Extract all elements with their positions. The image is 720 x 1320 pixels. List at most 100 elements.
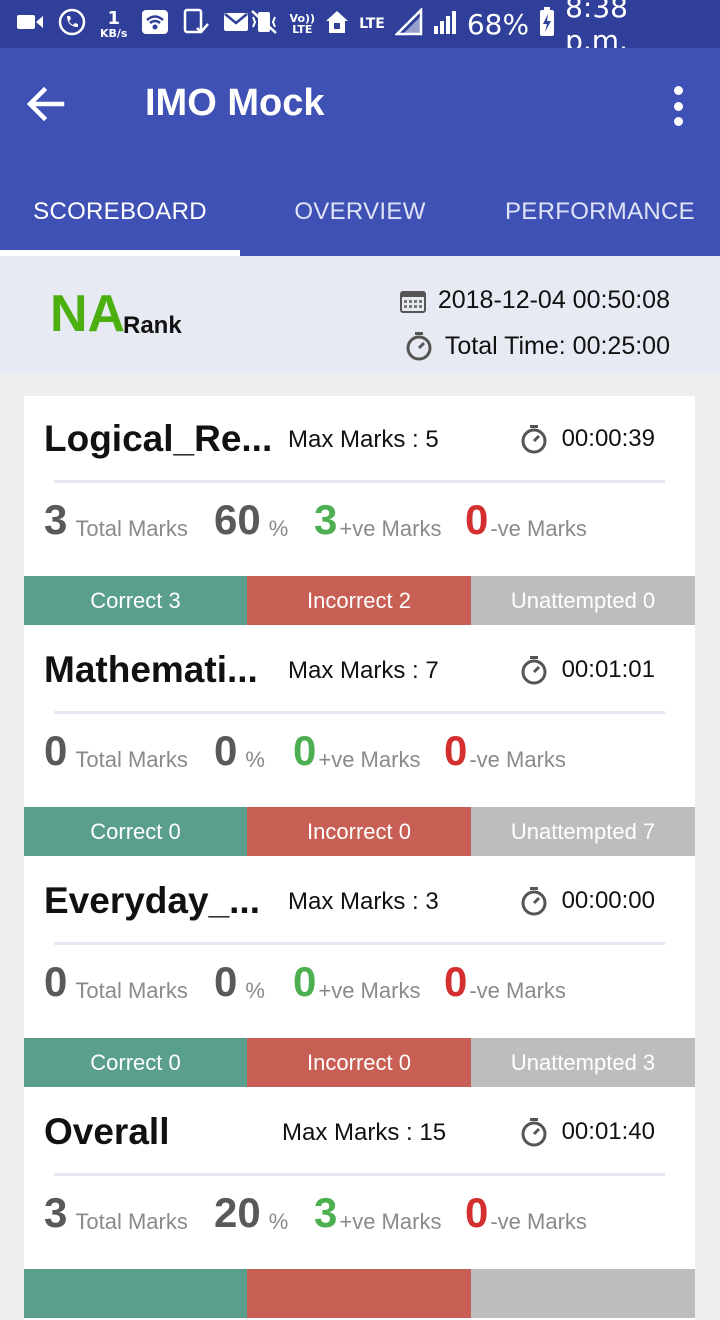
correct-count[interactable]: Correct 0: [24, 1038, 247, 1087]
negative-marks-label: -ve Marks: [490, 1209, 587, 1234]
positive-marks-value: 0: [293, 958, 317, 1005]
stats-row: 0 Total Marks 0% 0 +ve Marks 0 -ve Marks: [24, 723, 695, 803]
attempt-date-text: 2018-12-04 00:50:08: [437, 286, 670, 314]
positive-marks-label: +ve Marks: [318, 978, 421, 1003]
tab-bar: SCOREBOARD OVERVIEW PERFORMANCE: [0, 168, 720, 256]
total-time: Total Time: 00:25:00: [405, 331, 670, 361]
total-marks: 3 Total Marks: [44, 498, 188, 542]
result-bar: [24, 1269, 695, 1318]
speed-value: 1: [107, 7, 120, 29]
total-marks-value: 0: [44, 958, 68, 1005]
negative-marks-value: 0: [444, 958, 468, 1005]
positive-marks: 0 +ve Marks: [293, 960, 420, 1004]
correct-count[interactable]: Correct 0: [24, 807, 247, 856]
mail-icon: [223, 12, 249, 36]
phone-call-icon: [58, 8, 86, 40]
positive-marks-value: 0: [293, 727, 317, 774]
percentage-sign: %: [245, 978, 265, 1003]
more-vert-dot: [673, 101, 683, 111]
unattempted-count[interactable]: [471, 1269, 695, 1318]
positive-marks-value: 3: [314, 496, 338, 543]
section-card-logical[interactable]: Logical_Re... Max Marks : 5 00:00:39 3 To…: [24, 396, 695, 627]
more-vert-dot: [673, 117, 683, 126]
percentage-value: 60: [214, 496, 261, 543]
negative-marks-value: 0: [465, 1189, 489, 1236]
stats-row: 0 Total Marks 0% 0 +ve Marks 0 -ve Marks: [24, 954, 695, 1034]
stopwatch-icon: [521, 1118, 547, 1147]
incorrect-count[interactable]: Incorrect 2: [247, 576, 471, 625]
result-bar: Correct 3 Incorrect 2 Unattempted 0: [24, 576, 695, 625]
rank-label: Rank: [123, 312, 182, 339]
negative-marks-label: -ve Marks: [469, 747, 566, 772]
section-time: 00:00:39: [520, 424, 655, 454]
incorrect-count[interactable]: Incorrect 0: [247, 1038, 471, 1087]
section-card-everyday[interactable]: Everyday_... Max Marks : 3 00:00:00 0 Tot…: [24, 858, 695, 1089]
negative-marks: 0 -ve Marks: [444, 960, 566, 1004]
section-card-mathematics[interactable]: Mathemati... Max Marks : 7 00:01:01 0 Tot…: [24, 627, 695, 858]
incorrect-count[interactable]: Incorrect 0: [247, 807, 471, 856]
tab-overview[interactable]: OVERVIEW: [240, 168, 480, 256]
battery-percent: 68%: [466, 7, 530, 41]
positive-marks-label: +ve Marks: [339, 1209, 442, 1234]
unattempted-count[interactable]: Unattempted 0: [471, 576, 695, 625]
home-signal-icon: [325, 9, 349, 39]
section-time-text: 00:01:01: [561, 656, 655, 683]
unattempted-count[interactable]: Unattempted 7: [471, 807, 695, 856]
stopwatch-icon: [521, 656, 547, 685]
divider: [54, 1173, 665, 1176]
total-marks: 3 Total Marks: [44, 1191, 188, 1235]
stopwatch-icon: [406, 332, 432, 361]
app-bar: IMO Mock SCOREBOARD OVERVIEW PERFORMANCE: [0, 48, 720, 256]
arrow-left-icon: [26, 86, 65, 122]
wifi-icon: [141, 9, 169, 39]
signal-sim1-icon: [393, 6, 423, 40]
correct-count[interactable]: [24, 1269, 247, 1318]
percentage: 60%: [214, 498, 288, 542]
max-marks: Max Marks : 7: [288, 657, 439, 684]
correct-count[interactable]: Correct 3: [24, 576, 247, 625]
unattempted-count[interactable]: Unattempted 3: [471, 1038, 695, 1087]
total-marks-label: Total Marks: [75, 978, 188, 1003]
total-marks-label: Total Marks: [75, 747, 188, 772]
status-bar: 1 KB/s Vo)) LTE LTE 68% 8:38 p.m.: [0, 0, 720, 57]
section-card-overall[interactable]: Overall Max Marks : 15 00:01:40 3 Total M…: [24, 1089, 695, 1320]
percentage: 20%: [214, 1191, 288, 1235]
speed-unit: KB/s: [100, 26, 128, 40]
tab-performance[interactable]: PERFORMANCE: [480, 168, 720, 256]
max-marks: Max Marks : 15: [282, 1119, 447, 1146]
incorrect-count[interactable]: [247, 1269, 471, 1318]
back-button[interactable]: [26, 84, 74, 132]
card-header: Mathemati... Max Marks : 7 00:01:01: [24, 627, 695, 713]
vibrate-mute-icon: [249, 9, 279, 39]
positive-marks-label: +ve Marks: [339, 516, 442, 541]
total-marks: 0 Total Marks: [44, 729, 188, 773]
stats-row: 3 Total Marks 60% 3 +ve Marks 0 -ve Marks: [24, 492, 695, 572]
tab-scoreboard[interactable]: SCOREBOARD: [0, 168, 240, 256]
positive-marks: 0 +ve Marks: [293, 729, 420, 773]
lte-badge: LTE: [359, 15, 385, 32]
divider: [54, 480, 665, 483]
section-name: Mathemati...: [44, 649, 258, 690]
section-name: Overall: [44, 1111, 170, 1152]
negative-marks: 0 -ve Marks: [465, 498, 587, 542]
percentage: 0%: [214, 960, 265, 1004]
calendar-icon: [399, 290, 426, 313]
device-check-icon: [183, 8, 210, 40]
section-time-text: 00:00:39: [561, 425, 655, 452]
total-marks-value: 3: [44, 496, 68, 543]
negative-marks-label: -ve Marks: [490, 516, 587, 541]
attempt-date: 2018-12-04 00:50:08: [399, 286, 670, 315]
divider: [54, 942, 665, 945]
total-marks-label: Total Marks: [75, 1209, 188, 1234]
total-marks-value: 3: [44, 1189, 68, 1236]
total-marks-label: Total Marks: [75, 516, 188, 541]
percentage-sign: %: [268, 516, 289, 541]
positive-marks: 3 +ve Marks: [314, 498, 441, 542]
section-name: Logical_Re...: [44, 418, 273, 459]
total-marks-value: 0: [44, 727, 68, 774]
section-cards: Logical_Re... Max Marks : 5 00:00:39 3 To…: [24, 396, 695, 1320]
percentage-value: 0: [214, 727, 238, 774]
percentage-sign: %: [245, 747, 265, 772]
overflow-menu-button[interactable]: [666, 86, 690, 126]
more-vert-icon: [673, 86, 683, 95]
